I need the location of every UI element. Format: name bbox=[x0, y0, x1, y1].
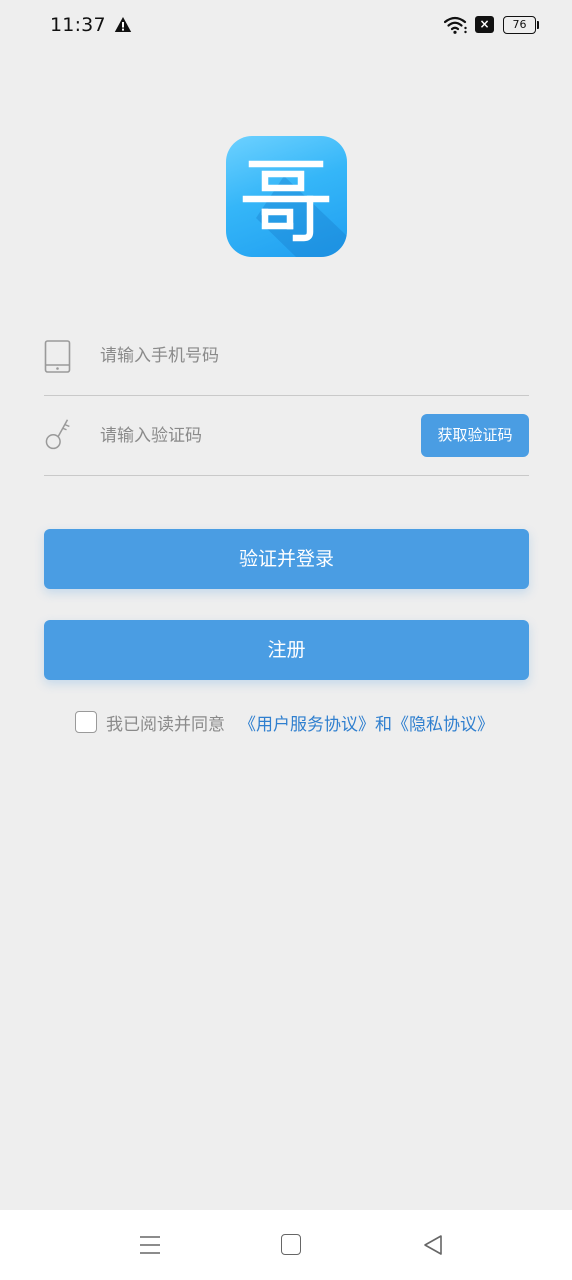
battery-icon: 76 bbox=[503, 16, 539, 34]
app-logo bbox=[226, 136, 347, 257]
agree-and-text: 和 bbox=[375, 714, 392, 735]
phone-icon bbox=[44, 340, 71, 373]
register-button[interactable]: 注册 bbox=[44, 620, 529, 680]
warning-triangle-icon bbox=[114, 17, 132, 32]
agree-checkbox[interactable] bbox=[75, 711, 97, 733]
back-triangle-icon[interactable] bbox=[422, 1234, 444, 1256]
navigation-bar bbox=[0, 1210, 572, 1280]
status-time: 11:37 bbox=[50, 14, 106, 36]
phone-row bbox=[44, 316, 529, 396]
service-agreement-link[interactable]: 《用户服务协议》 bbox=[239, 710, 375, 735]
login-screen: 11:37 × 76 请输入手机号码 请输入验证码 获取验证码 验证并登录 注册… bbox=[0, 0, 572, 1280]
home-square-icon[interactable] bbox=[281, 1234, 301, 1255]
agree-text: 我已阅读并同意 bbox=[106, 714, 225, 735]
get-code-button[interactable]: 获取验证码 bbox=[421, 414, 529, 457]
verification-code-input[interactable] bbox=[100, 420, 400, 452]
battery-level: 76 bbox=[512, 18, 527, 31]
code-row: 获取验证码 bbox=[44, 396, 529, 476]
privacy-agreement-link[interactable]: 《隐私协议》 bbox=[392, 710, 494, 735]
menu-icon[interactable] bbox=[139, 1234, 161, 1256]
agreement-row: 我已阅读并同意 《用户服务协议》 和 《隐私协议》 bbox=[75, 709, 494, 735]
login-button[interactable]: 验证并登录 bbox=[44, 529, 529, 589]
status-bar: 11:37 × 76 bbox=[0, 0, 572, 52]
key-icon bbox=[45, 419, 70, 450]
app-logo-glyph bbox=[242, 160, 347, 257]
sim-disabled-icon: × bbox=[475, 16, 494, 33]
wifi-icon bbox=[444, 16, 467, 34]
phone-input[interactable] bbox=[100, 340, 400, 372]
